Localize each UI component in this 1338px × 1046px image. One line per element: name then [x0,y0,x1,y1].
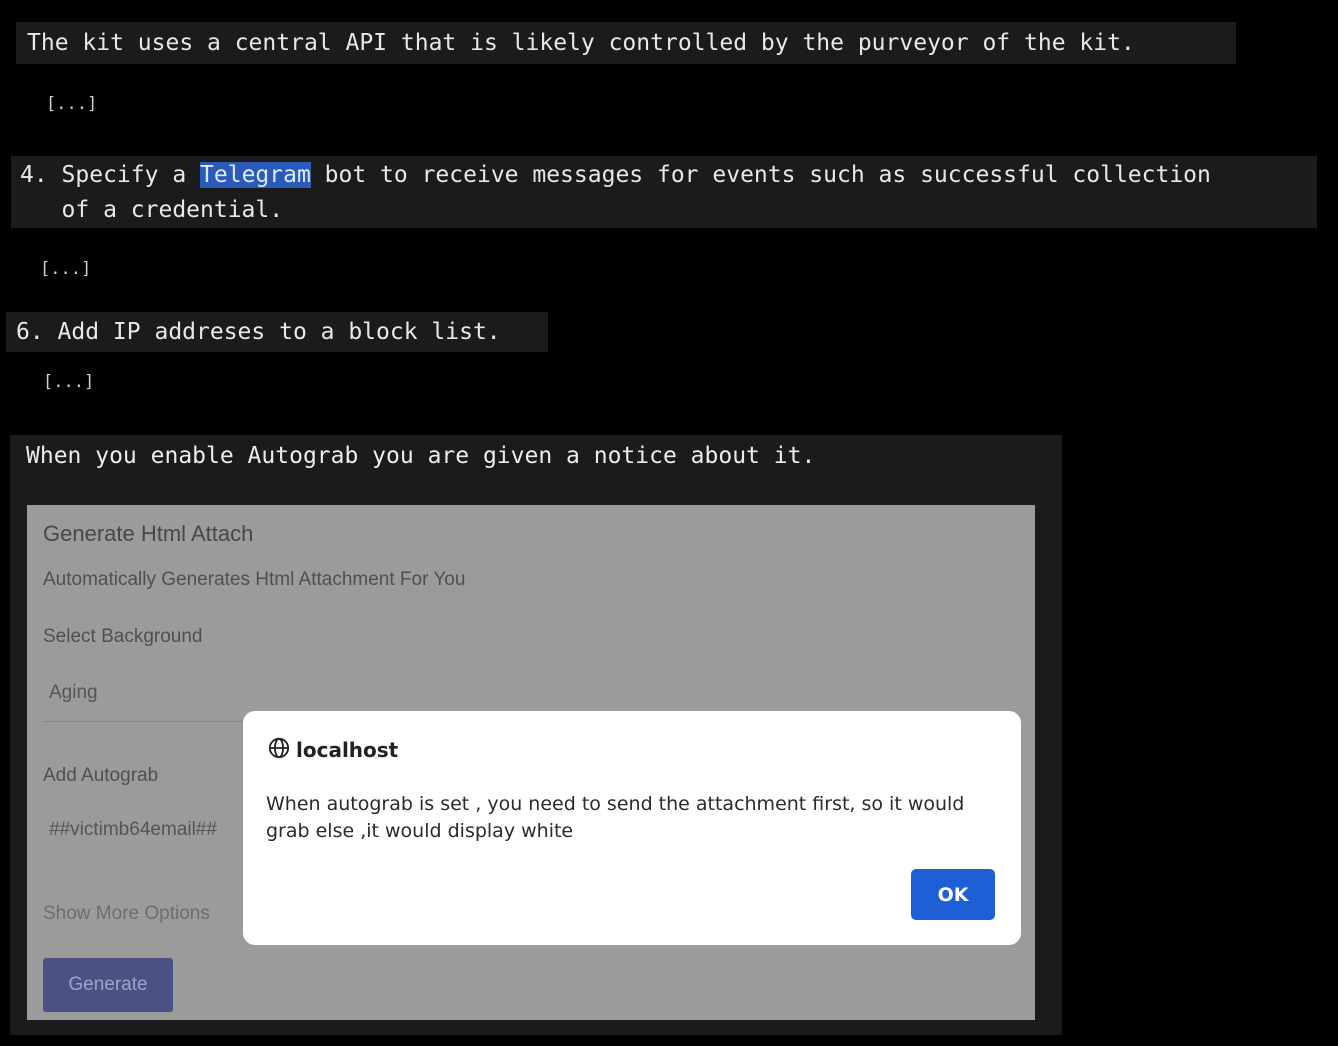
item-text-line2: of a credential. [20,197,284,223]
background-select-value: Aging [49,682,98,703]
list-item-4: 4. Specify a Telegram bot to receive mes… [11,156,1317,228]
item-text-after: bot to receive messages for events such … [310,162,1211,188]
show-more-options-link[interactable]: Show More Options [43,903,210,925]
autograb-label: Add Autograb [43,765,159,786]
panel-caption: When you enable Autograb you are given a… [26,443,816,469]
dialog-header: localhost [268,737,398,763]
alert-dialog: localhost When autograb is set , you nee… [243,711,1021,945]
globe-icon [268,737,290,763]
background-select[interactable]: Aging [43,673,243,722]
ellipsis: [...] [46,94,98,114]
page-title: Generate Html Attach [43,521,254,546]
autograb-input[interactable]: ##victimb64email## [43,811,243,851]
highlighted-word: Telegram [200,162,311,188]
dialog-origin: localhost [296,738,399,762]
list-item-6: 6. Add IP addreses to a block list. [6,312,548,352]
generate-button[interactable]: Generate [43,958,173,1012]
ellipsis: [...] [43,372,95,392]
dialog-message: When autograb is set , you need to send … [266,793,965,842]
ellipsis: [...] [40,259,92,279]
page-subtitle: Automatically Generates Html Attachment … [43,569,466,590]
background-label: Select Background [43,626,203,647]
item-number: 4. [20,162,62,188]
ok-button[interactable]: OK [911,869,995,920]
paragraph-central-api: The kit uses a central API that is likel… [16,22,1236,64]
item-text-before: Specify a [61,162,201,188]
autograb-input-value: ##victimb64email## [49,819,217,840]
